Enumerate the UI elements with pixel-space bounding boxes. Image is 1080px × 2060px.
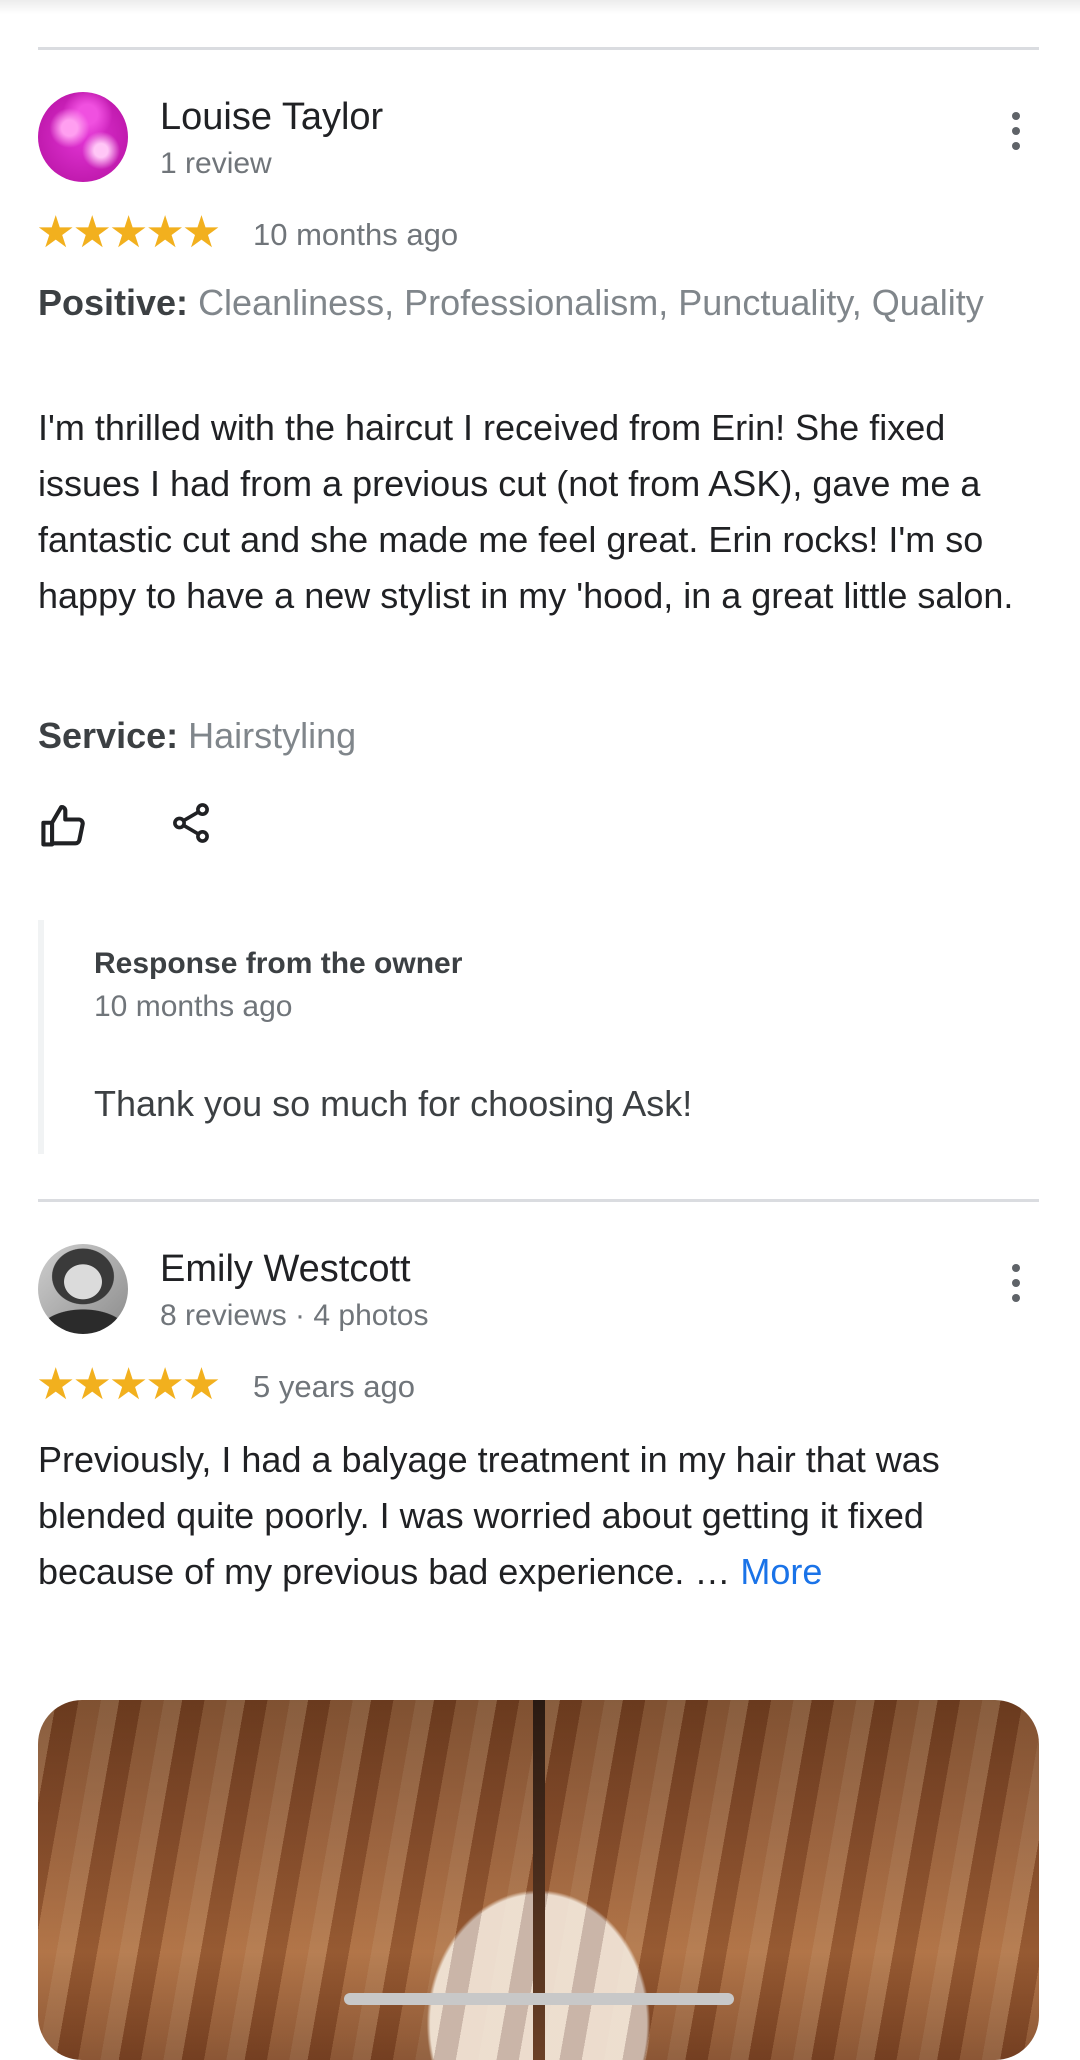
review-divider	[38, 47, 1039, 50]
dot	[1012, 1279, 1020, 1287]
service-line: Service: Hairstyling	[38, 713, 998, 758]
dot	[1012, 112, 1020, 120]
dot	[1012, 1264, 1020, 1272]
review-text: I'm thrilled with the haircut I received…	[38, 407, 1014, 616]
avatar[interactable]	[38, 92, 128, 182]
star-rating: ★★★★★	[36, 208, 221, 257]
dot	[1012, 142, 1020, 150]
top-edge-shadow	[0, 0, 1080, 14]
review-time: 5 years ago	[253, 1369, 415, 1404]
positive-attributes: Positive: Cleanliness, Professionalism, …	[38, 280, 998, 325]
positive-values: Cleanliness, Professionalism, Punctualit…	[198, 282, 984, 323]
owner-response-text: Thank you so much for choosing Ask!	[94, 1083, 693, 1124]
service-value: Hairstyling	[188, 715, 357, 756]
home-indicator[interactable]	[344, 1993, 734, 2005]
share-icon[interactable]	[168, 800, 214, 846]
review-divider	[38, 1199, 1039, 1202]
thumbs-up-icon[interactable]	[38, 800, 90, 852]
star-rating: ★★★★★	[36, 1360, 221, 1409]
reviewer-meta: 8 reviews · 4 photos	[160, 1299, 429, 1332]
more-options-button[interactable]	[996, 104, 1036, 158]
reviewer-name[interactable]: Louise Taylor	[160, 96, 383, 139]
photo-hair-part	[533, 1700, 545, 2060]
review-time: 10 months ago	[253, 217, 459, 252]
owner-response: Response from the owner 10 months ago Th…	[38, 920, 1034, 1154]
service-label: Service:	[38, 715, 179, 756]
dot	[1012, 1294, 1020, 1302]
review-photo[interactable]	[38, 1700, 1039, 2060]
reviewer-name[interactable]: Emily Westcott	[160, 1248, 411, 1291]
owner-response-time: 10 months ago	[94, 990, 293, 1023]
positive-label: Positive:	[38, 282, 189, 323]
owner-response-title: Response from the owner	[94, 947, 463, 980]
more-options-button[interactable]	[996, 1256, 1036, 1310]
more-link[interactable]: More	[740, 1551, 822, 1592]
review-text: Previously, I had a balyage treatment in…	[38, 1432, 998, 1600]
avatar[interactable]	[38, 1244, 128, 1334]
reviewer-meta: 1 review	[160, 147, 272, 180]
dot	[1012, 127, 1020, 135]
